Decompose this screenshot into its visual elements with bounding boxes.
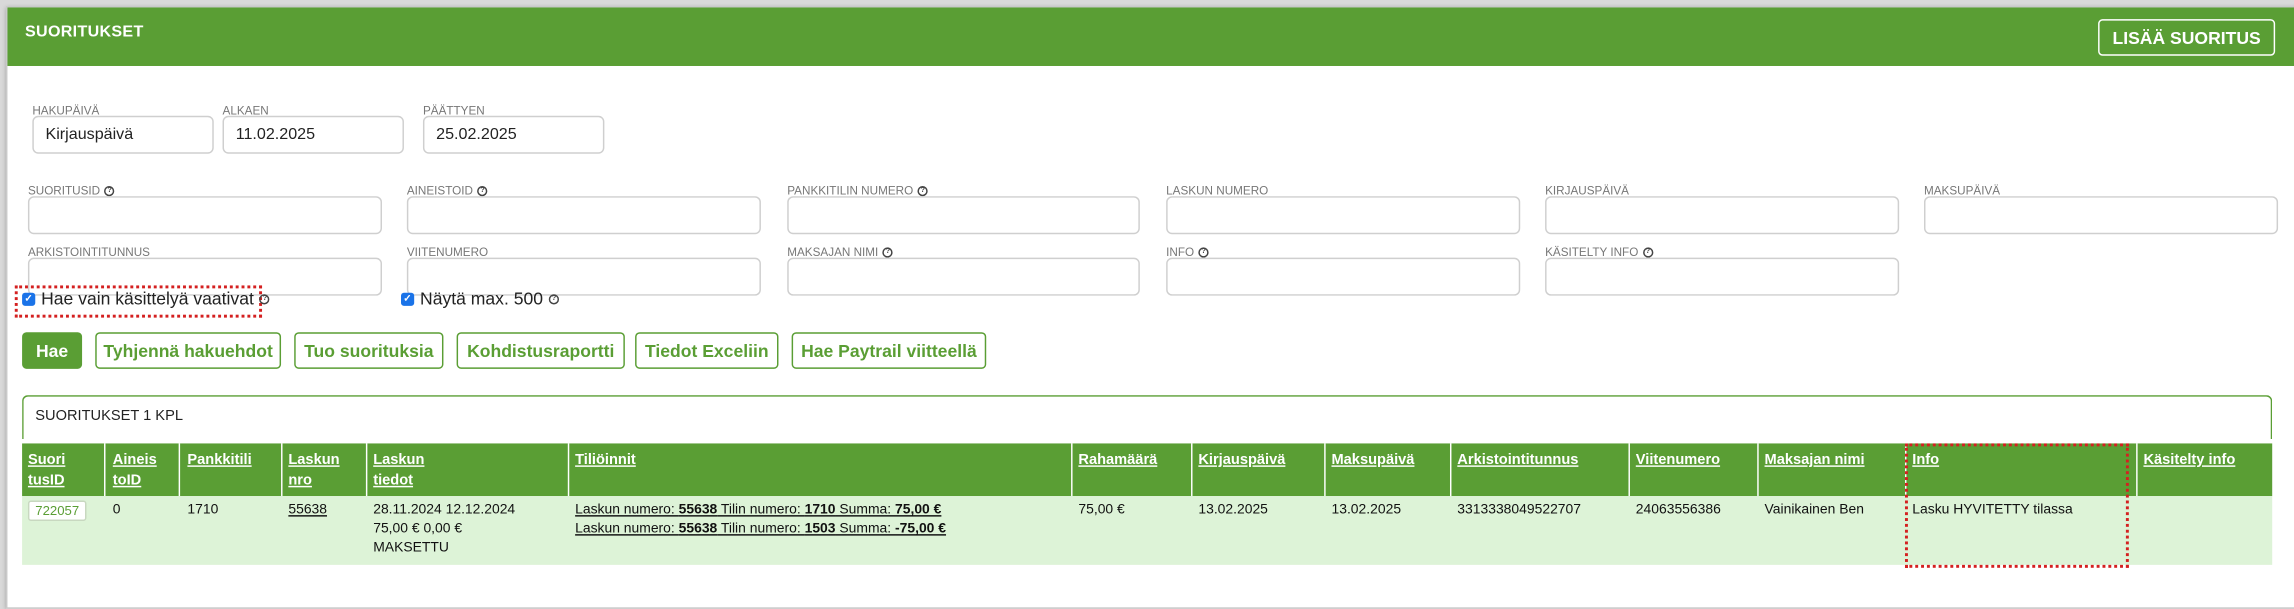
date-type-field: HAKUPÄIVÄ Kirjauspäivä xyxy=(32,101,214,154)
filter-label: AINEISTOID xyxy=(406,183,473,197)
help-icon[interactable]: ? xyxy=(548,293,560,304)
filter-label: PANKKITILIN NUMERO xyxy=(787,183,914,197)
pankkitili-input[interactable] xyxy=(787,196,1140,235)
paytrail-search-button[interactable]: Hae Paytrail viitteellä xyxy=(791,332,987,369)
filter-info: INFO? xyxy=(1166,243,1521,296)
filter-maksupaiva: MAKSUPÄIVÄ xyxy=(1924,182,2279,235)
maksupaiva-input[interactable] xyxy=(1924,196,2279,235)
header-bar: SUORITUKSET LISÄÄ SUORITUS xyxy=(7,7,2294,66)
help-icon[interactable]: ? xyxy=(1642,246,1653,257)
start-date-field: ALKAEN 11.02.2025 xyxy=(222,101,404,154)
page-title: SUORITUKSET xyxy=(25,23,144,42)
export-excel-button[interactable]: Tiedot Exceliin xyxy=(635,332,779,369)
filter-label: MAKSAJAN NIMI xyxy=(787,245,879,259)
col-header-pankkitili[interactable]: Pankkitili xyxy=(187,451,251,471)
cell-laskun-tiedot: 28.11.2024 12.12.2024 75,00 € 0,00 € MAK… xyxy=(373,501,516,557)
help-icon[interactable]: ? xyxy=(104,185,115,196)
filter-kasitelty-info: KÄSITELTY INFO? xyxy=(1545,243,1900,296)
allocation-report-button[interactable]: Kohdistusraportti xyxy=(456,332,625,369)
payments-panel: SUORITUKSET LISÄÄ SUORITUS HAKUPÄIVÄ Kir… xyxy=(6,6,2294,609)
cell-pankkitili: 1710 xyxy=(187,501,219,519)
cell-tilioinnit: Laskun numero: 55638 Tilin numero: 1710 … xyxy=(575,500,946,538)
filter-label: KÄSITELTY INFO xyxy=(1545,245,1639,259)
show-max-label: Näytä max. 500 xyxy=(420,288,543,309)
kirjauspaiva-input[interactable] xyxy=(1545,196,1900,235)
cell-maksupaiva: 13.02.2025 xyxy=(1331,501,1402,519)
filter-laskun-numero: LASKUN NUMERO xyxy=(1166,182,1521,235)
checkbox-checked-icon[interactable]: ✓ xyxy=(401,292,415,306)
suoritusid-input[interactable] xyxy=(27,196,382,235)
cell-viitenumero: 24063556386 xyxy=(1635,501,1721,519)
laskun-numero-input[interactable] xyxy=(1166,196,1521,235)
only-unprocessed-label: Hae vain käsittelyä vaativat xyxy=(41,288,254,309)
end-date-field: PÄÄTTYEN 25.02.2025 xyxy=(422,101,605,154)
filter-aineistoid: AINEISTOID? xyxy=(406,182,761,235)
results-count: SUORITUKSET 1 KPL xyxy=(22,395,2273,440)
filter-kirjauspaiva: KIRJAUSPÄIVÄ xyxy=(1545,182,1900,235)
posting-link[interactable]: Laskun numero: 55638 Tilin numero: 1710 … xyxy=(575,500,946,519)
end-date-input[interactable]: 25.02.2025 xyxy=(422,115,605,154)
col-header-maksupaiva[interactable]: Maksupäivä xyxy=(1331,451,1414,471)
maksajan-nimi-input[interactable] xyxy=(787,257,1140,296)
help-icon[interactable]: ? xyxy=(259,293,270,304)
help-icon[interactable]: ? xyxy=(917,185,928,196)
date-type-select[interactable]: Kirjauspäivä xyxy=(32,115,214,154)
help-icon[interactable]: ? xyxy=(882,246,893,257)
info-column-highlight xyxy=(1904,443,2129,568)
cell-maksajan-nimi: Vainikainen Ben xyxy=(1764,501,1864,519)
add-payment-button[interactable]: LISÄÄ SUORITUS xyxy=(2098,19,2276,56)
cell-rahamaara: 75,00 € xyxy=(1078,501,1125,519)
filter-viitenumero: VIITENUMERO xyxy=(406,243,761,296)
col-header-tilioinnit[interactable]: Tiliöinnit xyxy=(575,451,636,471)
help-icon[interactable]: ? xyxy=(477,185,488,196)
filter-arkistointitunnus: ARKISTOINTITUNNUS xyxy=(27,243,382,296)
info-input[interactable] xyxy=(1166,257,1521,296)
filter-label: INFO xyxy=(1166,245,1195,259)
filter-pankkitili: PANKKITILIN NUMERO? xyxy=(787,182,1140,235)
only-unprocessed-checkbox[interactable]: ✓ Hae vain käsittelyä vaativat ? xyxy=(22,288,270,309)
show-max-checkbox[interactable]: ✓ Näytä max. 500 ? xyxy=(401,288,560,309)
col-header-kasitelty-info[interactable]: Käsitelty info xyxy=(2143,451,2235,471)
kasitelty-info-input[interactable] xyxy=(1545,257,1900,296)
col-header-laskun-tiedot[interactable]: Laskun tiedot xyxy=(373,451,424,492)
clear-filters-button[interactable]: Tyhjennä hakuehdot xyxy=(95,332,282,369)
search-button[interactable]: Hae xyxy=(22,332,83,369)
cell-aineistoid: 0 xyxy=(112,501,121,519)
filter-label: SUORITUSID xyxy=(27,183,101,197)
posting-link[interactable]: Laskun numero: 55638 Tilin numero: 1503 … xyxy=(575,520,946,539)
col-header-laskun-nro[interactable]: Laskun nro xyxy=(288,451,339,492)
cell-arkistointitunnus: 3313338049522707 xyxy=(1457,501,1581,519)
col-header-aineistoid[interactable]: Aineis toID xyxy=(113,451,157,492)
col-header-arkistointitunnus[interactable]: Arkistointitunnus xyxy=(1457,451,1578,471)
filter-suoritusid: SUORITUSID? xyxy=(27,182,382,235)
start-date-input[interactable]: 11.02.2025 xyxy=(222,115,404,154)
checkbox-checked-icon[interactable]: ✓ xyxy=(22,292,36,306)
invoice-number-link[interactable]: 55638 xyxy=(288,500,327,519)
col-header-rahamaara[interactable]: Rahamäärä xyxy=(1078,451,1157,471)
cell-kirjauspaiva: 13.02.2025 xyxy=(1198,501,1268,519)
aineistoid-input[interactable] xyxy=(406,196,761,235)
col-header-viitenumero[interactable]: Viitenumero xyxy=(1636,451,1720,471)
col-header-suoritusid[interactable]: Suori tusID xyxy=(28,451,65,492)
payment-id-link[interactable]: 722057 xyxy=(27,500,87,521)
import-payments-button[interactable]: Tuo suorituksia xyxy=(294,332,444,369)
help-icon[interactable]: ? xyxy=(1198,246,1209,257)
col-header-kirjauspaiva[interactable]: Kirjauspäivä xyxy=(1198,451,1285,471)
col-header-maksajan-nimi[interactable]: Maksajan nimi xyxy=(1765,451,1865,471)
filter-maksajan-nimi: MAKSAJAN NIMI? xyxy=(787,243,1140,296)
